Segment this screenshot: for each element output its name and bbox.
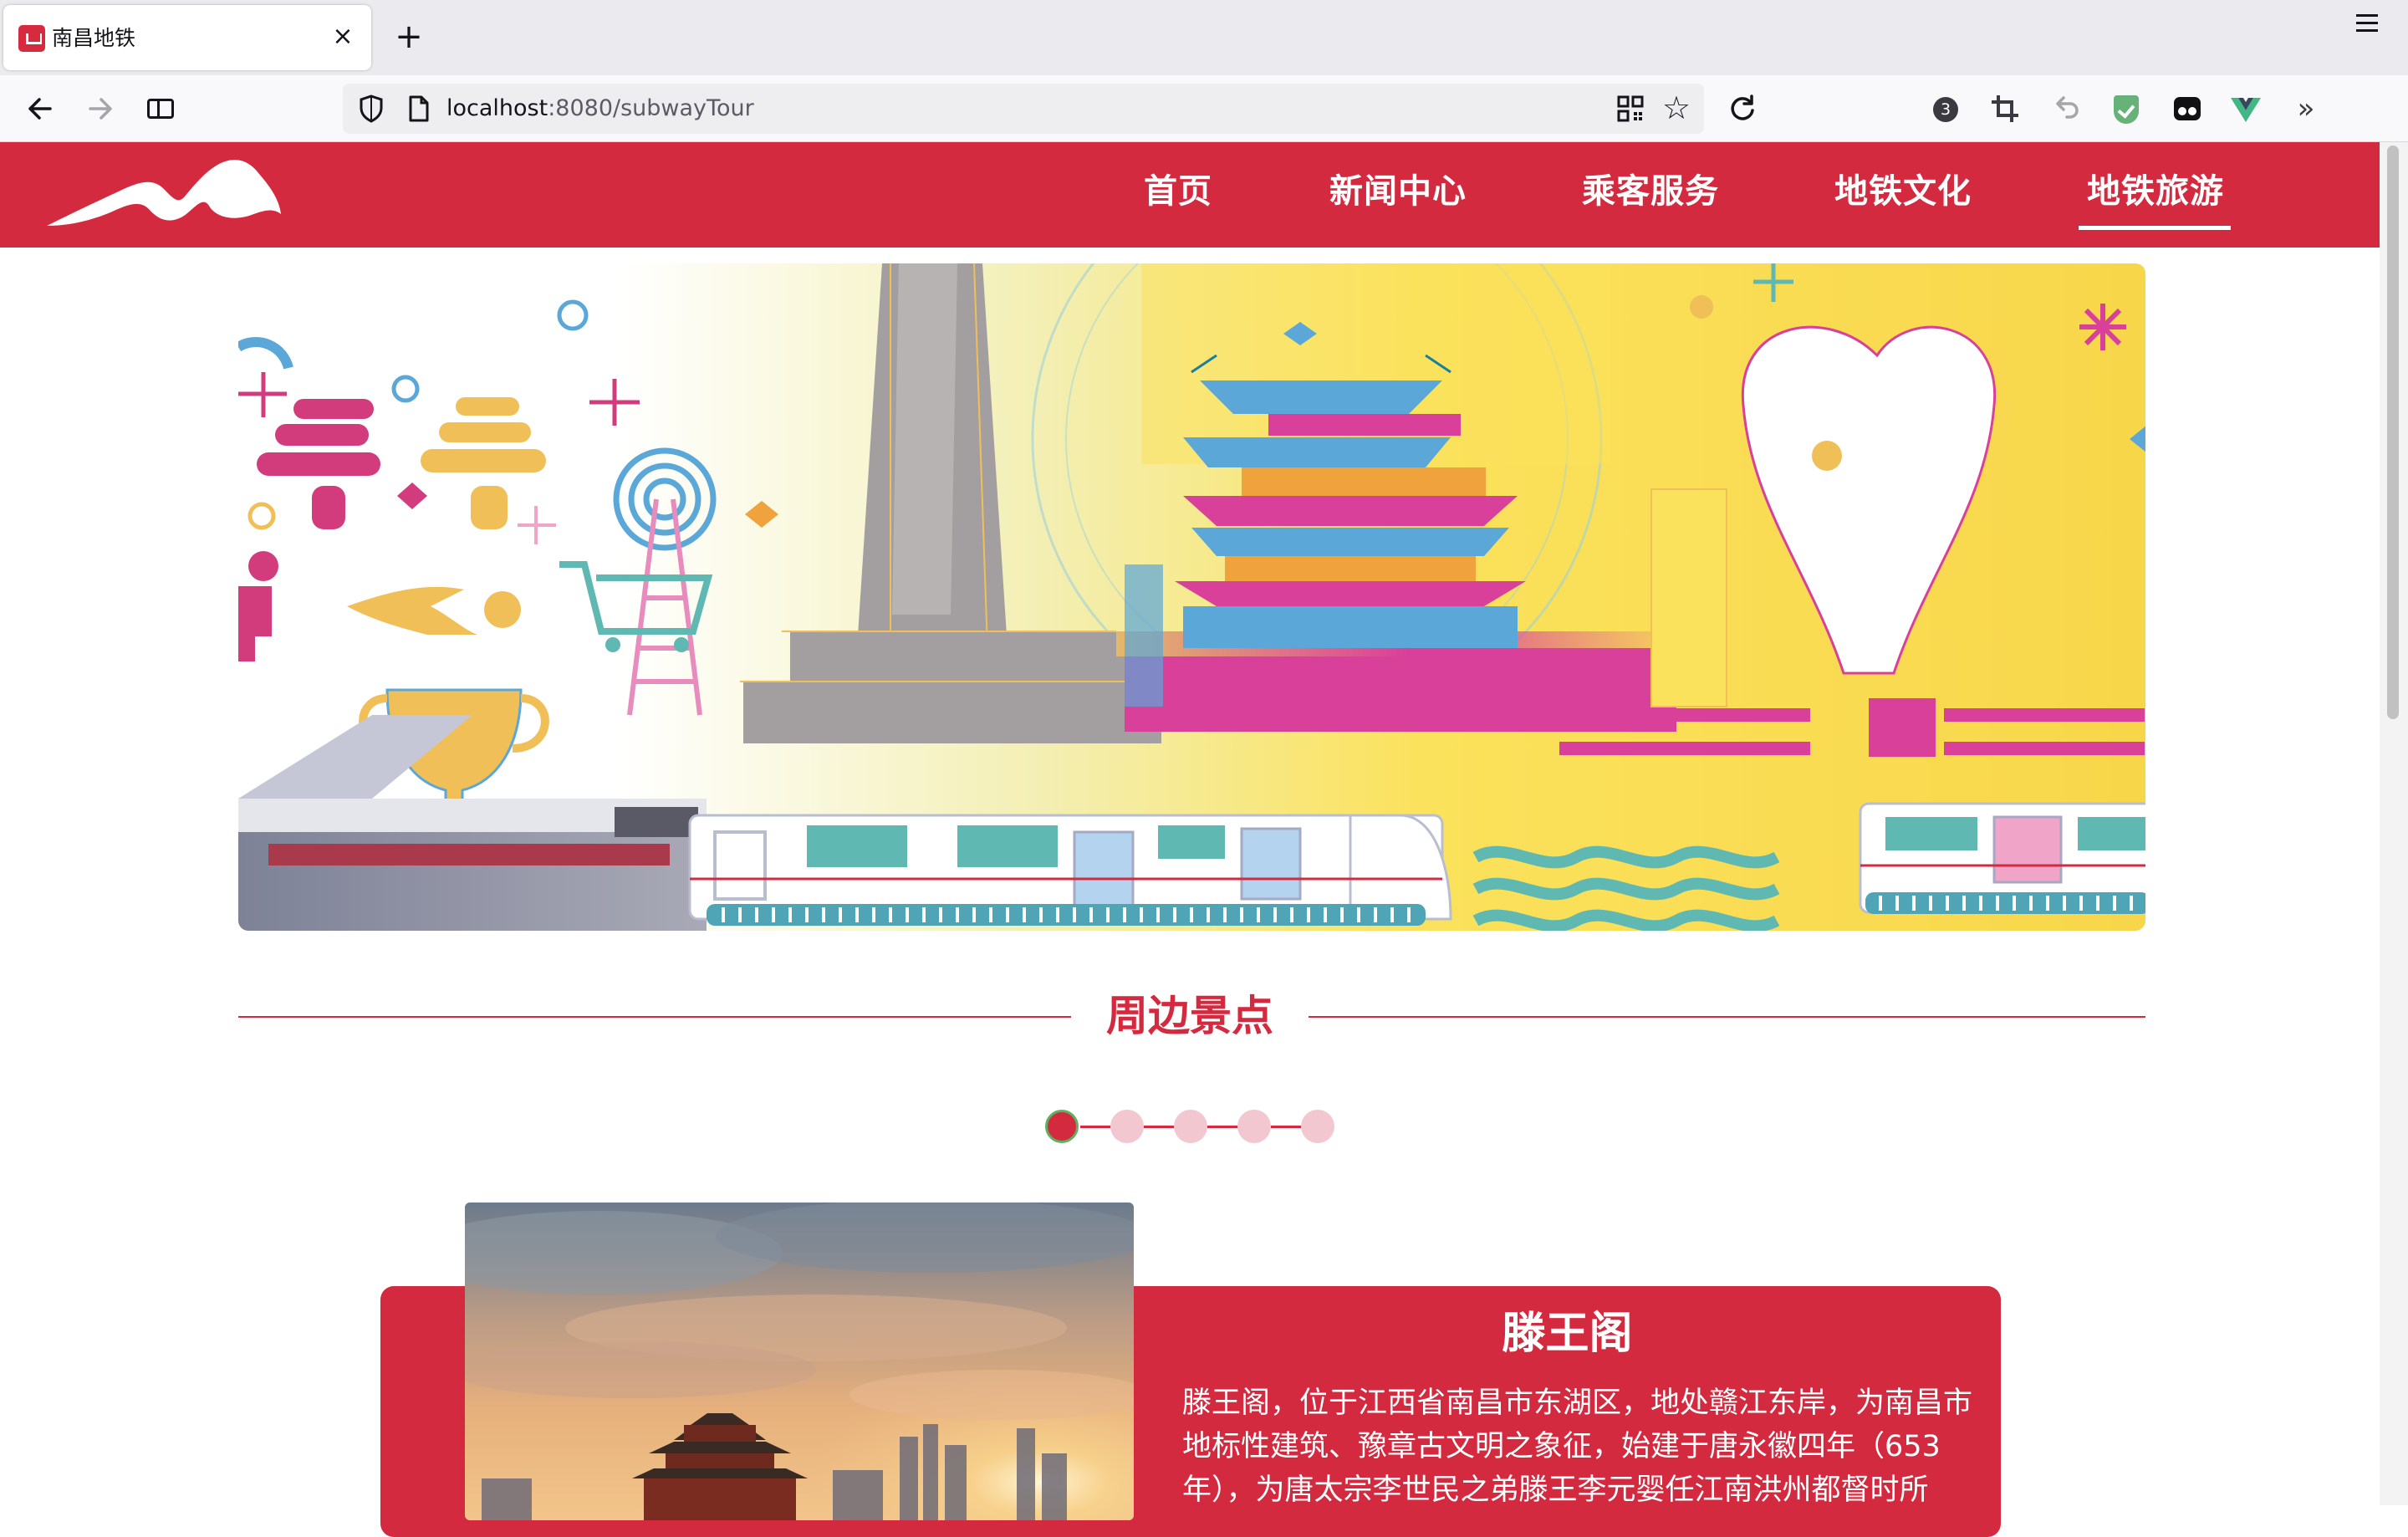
nav-metro-tour[interactable]: 地铁旅游 xyxy=(2087,164,2224,219)
back-icon xyxy=(28,98,52,120)
metro-logo[interactable] xyxy=(43,156,286,236)
section-title: 周边景点 xyxy=(1106,992,1273,1040)
hero-banner xyxy=(238,263,2145,931)
description-line: 年），为唐太宗李世民之弟滕王李元婴任江南洪州都督时所 xyxy=(1182,1473,1929,1507)
carousel-dot-4[interactable] xyxy=(1237,1110,1271,1143)
description-line: 滕王阁，位于江西省南昌市东湖区，地处赣江东岸，为南昌市 xyxy=(1182,1386,1973,1420)
url-host: localhost xyxy=(446,95,548,121)
carousel-pagination xyxy=(1043,1107,1341,1146)
banner-illustration xyxy=(238,263,2145,931)
attraction-description: 滕王阁，位于江西省南昌市东湖区，地处赣江东岸，为南昌市 地标性建筑、豫章古文明之… xyxy=(1182,1381,1987,1512)
qr-code-icon[interactable] xyxy=(1614,92,1647,125)
extension-badge-button[interactable]: 3 xyxy=(1923,87,1967,130)
shield-icon[interactable] xyxy=(355,92,388,125)
dot-connector xyxy=(1271,1126,1303,1128)
nav-news-center[interactable]: 新闻中心 xyxy=(1329,164,1467,219)
dot-connector xyxy=(1080,1126,1112,1128)
nav-home[interactable]: 首页 xyxy=(1144,164,1212,219)
undo-icon[interactable] xyxy=(2043,87,2087,130)
dot-connector xyxy=(1207,1126,1239,1128)
nav-passenger-service[interactable]: 乘客服务 xyxy=(1582,164,1719,219)
dot-connector xyxy=(1144,1126,1176,1128)
crop-icon[interactable] xyxy=(1983,87,2027,130)
overflow-icon[interactable]: » xyxy=(2284,87,2328,130)
carousel-dot-2[interactable] xyxy=(1110,1110,1144,1143)
reader-view-icon xyxy=(147,99,174,119)
favicon-icon xyxy=(18,25,45,52)
attraction-title: 滕王阁 xyxy=(1502,1309,1633,1359)
forward-button[interactable] xyxy=(77,85,124,132)
url-path: :8080/subwayTour xyxy=(548,95,754,121)
attraction-photo xyxy=(465,1203,1134,1520)
vue-devtools-icon[interactable] xyxy=(2224,87,2268,130)
page-icon xyxy=(409,95,429,122)
back-button[interactable] xyxy=(17,85,64,132)
close-tab-button[interactable]: × xyxy=(326,20,360,54)
menu-icon[interactable] xyxy=(2344,0,2391,47)
carousel-dot-1[interactable] xyxy=(1045,1110,1079,1143)
description-line: 地标性建筑、豫章古文明之象征，始建于唐永徽四年（653 xyxy=(1182,1430,1941,1463)
reload-icon xyxy=(1731,94,1754,120)
tampermonkey-icon[interactable] xyxy=(2166,87,2209,130)
scrollbar-thumb[interactable] xyxy=(2387,146,2399,719)
badge-count: 3 xyxy=(1933,97,1958,122)
adguard-icon[interactable] xyxy=(2104,87,2147,130)
section-divider-right xyxy=(1309,1016,2145,1018)
new-tab-button[interactable]: + xyxy=(390,18,428,57)
nav-metro-culture[interactable]: 地铁文化 xyxy=(1834,164,1972,219)
carousel-dot-3[interactable] xyxy=(1174,1110,1207,1143)
reader-view-button[interactable] xyxy=(137,85,184,132)
forward-icon xyxy=(89,98,112,120)
url-text[interactable]: localhost:8080/subwayTour xyxy=(446,92,754,125)
section-divider-left xyxy=(238,1016,1071,1018)
bookmark-star-icon[interactable]: ☆ xyxy=(1657,89,1696,127)
active-nav-indicator xyxy=(2079,226,2231,230)
reload-button[interactable] xyxy=(1719,85,1766,132)
tab-title: 南昌地铁 xyxy=(52,26,136,50)
browser-tab[interactable]: 南昌地铁 × xyxy=(3,5,371,70)
carousel-dot-5[interactable] xyxy=(1301,1110,1334,1143)
